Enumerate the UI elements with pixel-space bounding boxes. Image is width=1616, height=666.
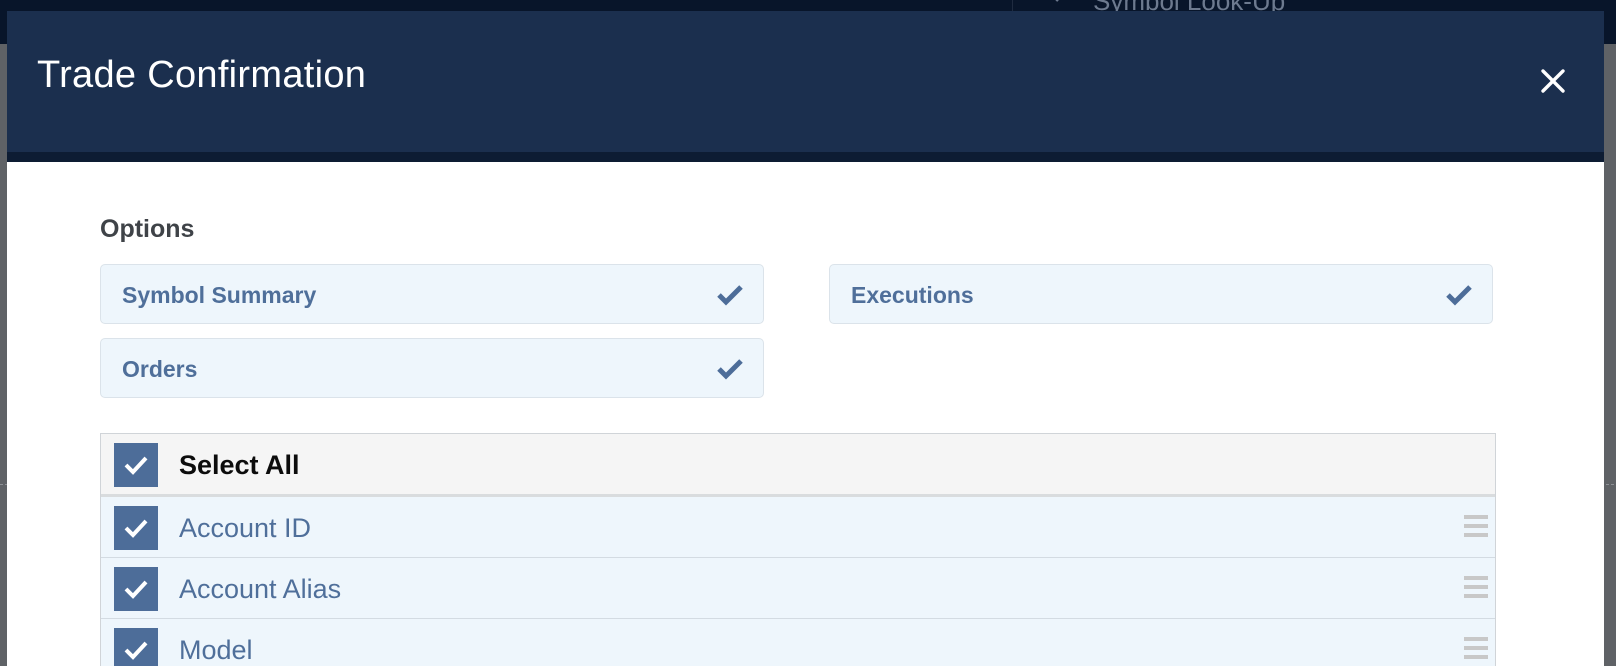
- search-icon: [1055, 0, 1059, 2]
- checkmark-icon: [124, 456, 148, 475]
- column-checkbox[interactable]: [114, 628, 158, 666]
- modal-header: Trade Confirmation: [7, 11, 1604, 162]
- column-checkbox[interactable]: [114, 506, 158, 550]
- option-symbol-summary[interactable]: Symbol Summary: [100, 264, 764, 324]
- modal-title: Trade Confirmation: [37, 54, 367, 96]
- drag-handle-icon[interactable]: [1464, 637, 1488, 659]
- select-all-label: Select All: [179, 450, 300, 480]
- column-label: Account ID: [179, 513, 312, 543]
- checkmark-icon: [1446, 285, 1472, 306]
- checkmark-icon: [124, 519, 148, 538]
- column-label: Model: [179, 635, 253, 665]
- column-row: Account Alias: [101, 558, 1495, 619]
- checkmark-icon: [717, 359, 743, 380]
- options-heading: Options: [100, 215, 195, 243]
- checkmark-icon: [124, 580, 148, 599]
- option-label: Symbol Summary: [122, 282, 317, 308]
- column-checkbox[interactable]: [114, 567, 158, 611]
- option-label: Executions: [851, 282, 974, 308]
- select-all-checkbox[interactable]: [114, 443, 158, 487]
- checkmark-icon: [124, 641, 148, 660]
- drag-handle-icon[interactable]: [1464, 515, 1488, 537]
- column-label: Account Alias: [179, 574, 342, 604]
- checkmark-icon: [717, 285, 743, 306]
- close-icon[interactable]: [1537, 65, 1569, 97]
- option-label: Orders: [122, 356, 198, 382]
- background-divider: [1606, 484, 1614, 485]
- option-executions[interactable]: Executions: [829, 264, 1493, 324]
- column-row: Model: [101, 619, 1495, 666]
- column-row: Account ID: [101, 497, 1495, 558]
- drag-handle-icon[interactable]: [1464, 576, 1488, 598]
- column-list: Select All Account ID Account Alias Mode…: [100, 433, 1496, 666]
- option-orders[interactable]: Orders: [100, 338, 764, 398]
- select-all-row: Select All: [101, 434, 1495, 497]
